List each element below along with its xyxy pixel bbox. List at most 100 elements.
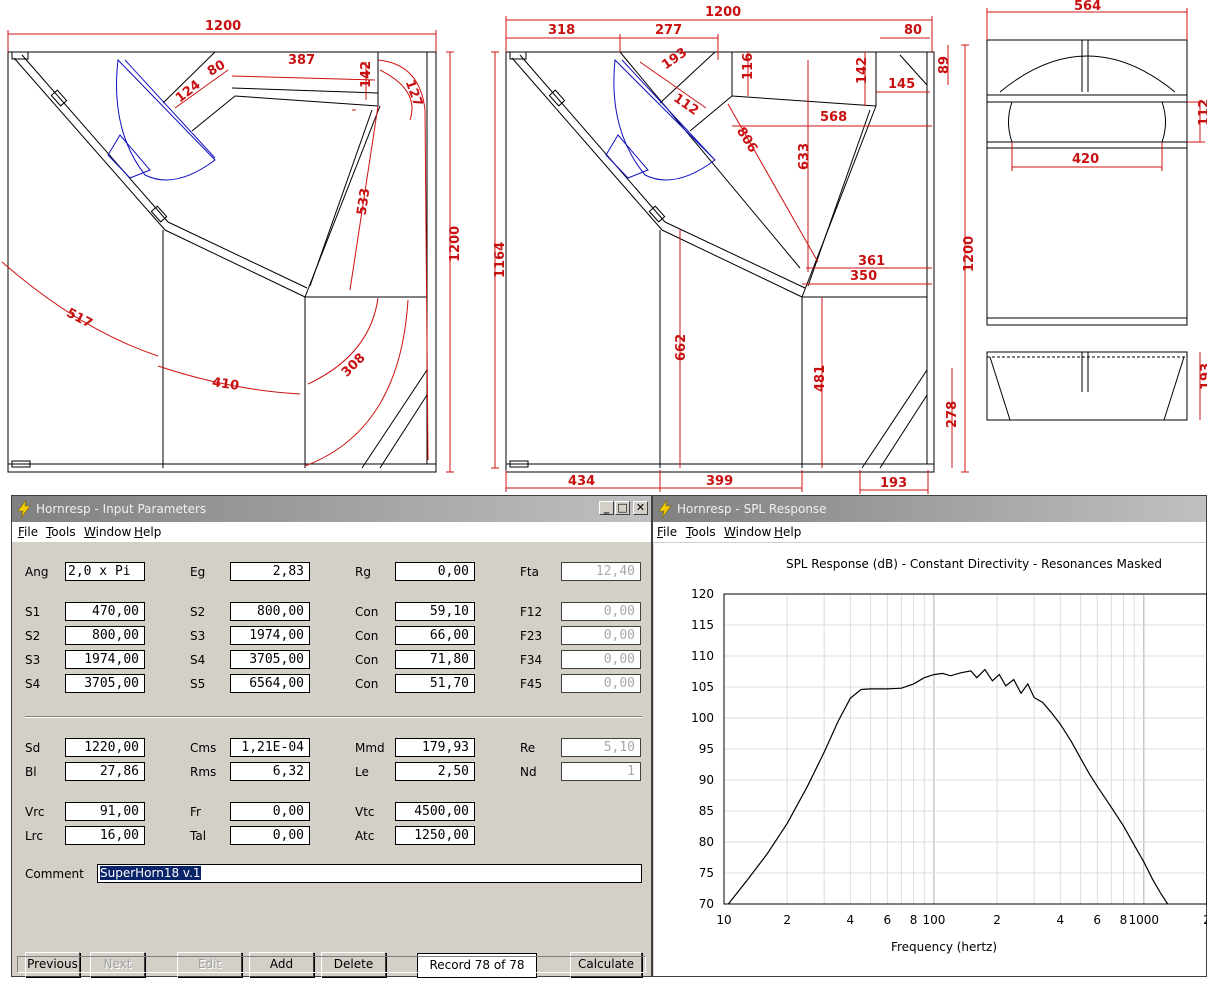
param-label-fr: Fr	[190, 805, 201, 819]
param-field-s4[interactable]: 3705,00	[230, 650, 310, 669]
y-tick-label: 120	[691, 587, 714, 601]
param-label-con: Con	[355, 677, 379, 691]
param-field-s5[interactable]: 6564,00	[230, 674, 310, 693]
y-tick-label: 100	[691, 711, 714, 725]
param-label-tal: Tal	[190, 829, 207, 843]
param-field-sd[interactable]: 1220,00	[65, 738, 145, 757]
param-field-con[interactable]: 71,80	[395, 650, 475, 669]
dim-517: 517	[64, 306, 95, 332]
chart-grid	[723, 593, 1207, 905]
param-label-ang: Ang	[25, 565, 49, 579]
param-field-tal[interactable]: 0,00	[230, 826, 310, 845]
spl-series-line	[727, 668, 1169, 905]
close-button[interactable]: ✕	[633, 501, 648, 515]
spl-chart-area: SPL Response (dB) - Constant Directivity…	[654, 543, 1207, 976]
input-window-titlebar[interactable]: Hornresp - Input Parameters _ □ ✕	[12, 496, 651, 522]
param-field-s1[interactable]: 470,00	[65, 602, 145, 621]
input-window-menubar: File Tools Window Help	[12, 522, 651, 542]
param-field-s3[interactable]: 1974,00	[230, 626, 310, 645]
dim-277: 277	[655, 23, 682, 38]
param-field-con[interactable]: 66,00	[395, 626, 475, 645]
param-label-f12: F12	[520, 605, 543, 619]
spl-window-titlebar[interactable]: Hornresp - SPL Response	[653, 496, 1206, 522]
param-field-vtc[interactable]: 4500,00	[395, 802, 475, 821]
dim-193-b: 193	[880, 476, 907, 491]
x-tick-label: 8	[1120, 913, 1128, 927]
input-parameters-window: Hornresp - Input Parameters _ □ ✕ File T…	[11, 495, 652, 978]
x-tick-label: 6	[884, 913, 892, 927]
param-field-s2[interactable]: 800,00	[230, 602, 310, 621]
param-field-s2[interactable]: 800,00	[65, 626, 145, 645]
param-label-rg: Rg	[355, 565, 371, 579]
param-label-s5: S5	[190, 677, 206, 691]
lightning-icon	[17, 499, 31, 519]
param-field-ang[interactable]: 2,0 x Pi	[65, 562, 145, 581]
parameters-panel: Ang 2,0 x Pi Eg 2,83 Rg 0,00 Fta 12,40 S1 470,00 S…	[13, 543, 650, 978]
x-tick-label: 10	[716, 913, 731, 927]
y-tick-label: 75	[699, 866, 714, 880]
dim-662: 662	[674, 334, 689, 361]
dim-318: 318	[548, 23, 575, 38]
param-field-mmd[interactable]: 179,93	[395, 738, 475, 757]
menu-file[interactable]: File	[18, 522, 38, 542]
param-field-f34[interactable]: 0,00	[561, 650, 641, 669]
param-field-f45[interactable]: 0,00	[561, 674, 641, 693]
param-field-rms[interactable]: 6,32	[230, 762, 310, 781]
param-field-fr[interactable]: 0,00	[230, 802, 310, 821]
param-label-rms: Rms	[190, 765, 217, 779]
param-field-cms[interactable]: 1,21E-04	[230, 738, 310, 757]
dim-112-b: 112	[1197, 99, 1207, 126]
param-label-s3: S3	[25, 653, 41, 667]
menu-tools[interactable]: Tools	[46, 522, 76, 542]
spl-window-title: Hornresp - SPL Response	[677, 502, 827, 516]
param-label-con: Con	[355, 605, 379, 619]
dim-308: 308	[339, 351, 369, 381]
param-field-eg[interactable]: 2,83	[230, 562, 310, 581]
comment-value: SuperHorn18 v.1	[100, 866, 201, 880]
param-field-fta[interactable]: 12,40	[561, 562, 641, 581]
param-label-con: Con	[355, 653, 379, 667]
param-field-s4[interactable]: 3705,00	[65, 674, 145, 693]
maximize-button[interactable]: □	[615, 501, 630, 515]
dim-193: 193	[659, 45, 690, 73]
menu-window[interactable]: Window	[724, 522, 771, 542]
param-label-cms: Cms	[190, 741, 217, 755]
lightning-icon	[658, 499, 672, 519]
param-field-bl[interactable]: 27,86	[65, 762, 145, 781]
x-axis-ticks: 102468100246810002	[716, 913, 1207, 927]
param-label-nd: Nd	[520, 765, 537, 779]
param-field-re[interactable]: 5,10	[561, 738, 641, 757]
param-label-re: Re	[520, 741, 536, 755]
menu-window[interactable]: Window	[84, 522, 131, 542]
param-field-vrc[interactable]: 91,00	[65, 802, 145, 821]
param-field-con[interactable]: 51,70	[395, 674, 475, 693]
param-field-rg[interactable]: 0,00	[395, 562, 475, 581]
param-field-f23[interactable]: 0,00	[561, 626, 641, 645]
param-field-s3[interactable]: 1974,00	[65, 650, 145, 669]
menu-help[interactable]: Help	[774, 522, 801, 542]
param-label-s1: S1	[25, 605, 41, 619]
dim-420: 420	[1072, 152, 1099, 167]
menu-file[interactable]: File	[657, 522, 677, 542]
comment-field[interactable]: SuperHorn18 v.1	[97, 864, 642, 883]
param-field-con[interactable]: 59,10	[395, 602, 475, 621]
status-bar	[17, 956, 646, 973]
dim-434: 434	[568, 474, 595, 489]
minimize-button[interactable]: _	[599, 501, 614, 515]
comment-label: Comment	[25, 867, 84, 881]
param-field-nd[interactable]: 1	[561, 762, 641, 781]
y-tick-label: 90	[699, 773, 714, 787]
param-field-atc[interactable]: 1250,00	[395, 826, 475, 845]
param-field-le[interactable]: 2,50	[395, 762, 475, 781]
x-tick-label: 4	[847, 913, 855, 927]
param-field-f12[interactable]: 0,00	[561, 602, 641, 621]
dim-142-b: 142	[855, 57, 870, 84]
dim-350: 350	[850, 269, 877, 284]
param-label-f45: F45	[520, 677, 543, 691]
spl-chart: SPL Response (dB) - Constant Directivity…	[691, 557, 1207, 954]
menu-tools[interactable]: Tools	[686, 522, 716, 542]
param-field-lrc[interactable]: 16,00	[65, 826, 145, 845]
y-tick-label: 70	[699, 897, 714, 911]
dim-399: 399	[706, 474, 733, 489]
menu-help[interactable]: Help	[134, 522, 161, 542]
